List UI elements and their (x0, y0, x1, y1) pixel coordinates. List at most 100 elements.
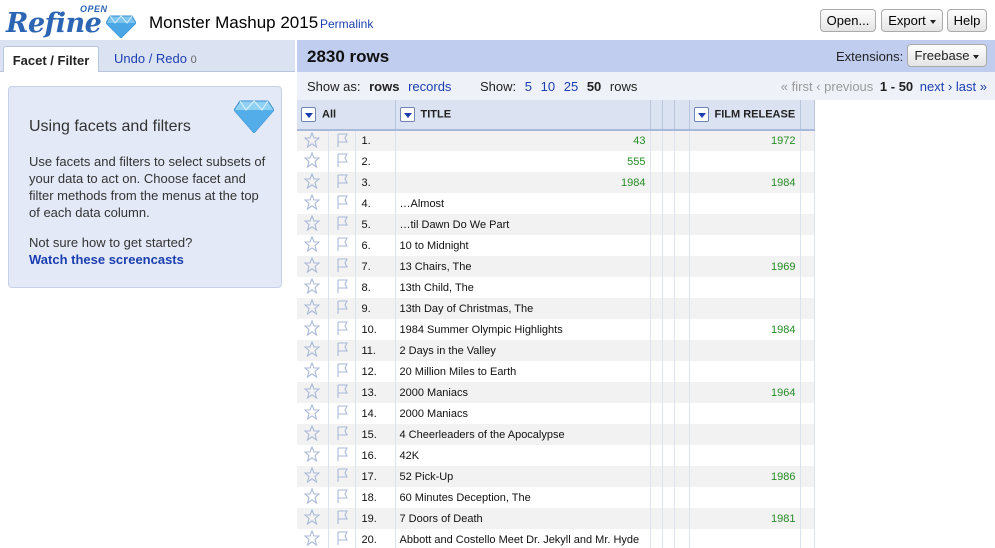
column-header-blank[interactable] (674, 100, 690, 131)
blank-cell[interactable] (800, 298, 815, 319)
film-release-cell[interactable]: 1984 (689, 319, 801, 340)
blank-cell[interactable] (650, 235, 663, 256)
blank-cell[interactable] (674, 508, 690, 529)
flag-icon[interactable] (328, 151, 356, 172)
film-release-cell[interactable] (689, 151, 801, 172)
column-header-title[interactable]: TITLE (395, 100, 651, 131)
blank-cell[interactable] (662, 130, 675, 151)
freebase-extension-button[interactable]: Freebase (907, 44, 987, 67)
film-release-cell[interactable]: 1964 (689, 382, 801, 403)
blank-cell[interactable] (650, 403, 663, 424)
flag-icon[interactable] (328, 445, 356, 466)
blank-cell[interactable] (650, 172, 663, 193)
blank-cell[interactable] (800, 277, 815, 298)
blank-cell[interactable] (650, 487, 663, 508)
star-icon[interactable] (297, 382, 329, 403)
film-release-cell[interactable] (689, 340, 801, 361)
blank-cell[interactable] (662, 277, 675, 298)
blank-cell[interactable] (650, 529, 663, 548)
title-cell[interactable]: 2000 Maniacs (395, 403, 651, 424)
blank-cell[interactable] (674, 529, 690, 548)
blank-cell[interactable] (650, 340, 663, 361)
flag-icon[interactable] (328, 172, 356, 193)
blank-cell[interactable] (650, 361, 663, 382)
title-cell[interactable]: 20 Million Miles to Earth (395, 361, 651, 382)
star-icon[interactable] (297, 403, 329, 424)
blank-cell[interactable] (800, 445, 815, 466)
project-title[interactable]: Monster Mashup 2015 (149, 13, 318, 33)
film-release-cell[interactable] (689, 487, 801, 508)
column-header-blank[interactable] (800, 100, 815, 131)
title-cell[interactable]: 1984 Summer Olympic Highlights (395, 319, 651, 340)
film-release-cell[interactable]: 1981 (689, 508, 801, 529)
title-cell[interactable]: 60 Minutes Deception, The (395, 487, 651, 508)
flag-icon[interactable] (328, 193, 356, 214)
title-column-menu-icon[interactable] (399, 107, 415, 122)
pager-last[interactable]: last » (956, 79, 987, 94)
blank-cell[interactable] (800, 193, 815, 214)
blank-cell[interactable] (662, 529, 675, 548)
blank-cell[interactable] (662, 298, 675, 319)
title-cell[interactable]: 13th Day of Christmas, The (395, 298, 651, 319)
blank-cell[interactable] (662, 361, 675, 382)
film-release-cell[interactable] (689, 235, 801, 256)
blank-cell[interactable] (800, 424, 815, 445)
title-cell[interactable]: …Almost (395, 193, 651, 214)
flag-icon[interactable] (328, 529, 356, 548)
title-cell[interactable]: …til Dawn Do We Part (395, 214, 651, 235)
blank-cell[interactable] (662, 193, 675, 214)
film-release-cell[interactable]: 1972 (689, 130, 801, 151)
blank-cell[interactable] (662, 487, 675, 508)
blank-cell[interactable] (662, 340, 675, 361)
column-header-film-release[interactable]: FILM RELEASE (689, 100, 801, 131)
tab-undo-redo[interactable]: Undo / Redo 0 (114, 51, 197, 66)
column-header-blank[interactable] (662, 100, 675, 131)
blank-cell[interactable] (800, 172, 815, 193)
flag-icon[interactable] (328, 256, 356, 277)
title-cell[interactable]: 555 (395, 151, 651, 172)
film-release-cell[interactable] (689, 403, 801, 424)
blank-cell[interactable] (650, 193, 663, 214)
film-release-cell[interactable] (689, 361, 801, 382)
blank-cell[interactable] (650, 298, 663, 319)
blank-cell[interactable] (650, 130, 663, 151)
film-release-cell[interactable]: 1984 (689, 172, 801, 193)
blank-cell[interactable] (674, 403, 690, 424)
star-icon[interactable] (297, 130, 329, 151)
all-column-menu-icon[interactable] (301, 107, 316, 122)
star-icon[interactable] (297, 298, 329, 319)
blank-cell[interactable] (674, 466, 690, 487)
blank-cell[interactable] (674, 235, 690, 256)
star-icon[interactable] (297, 214, 329, 235)
title-cell[interactable]: 2 Days in the Valley (395, 340, 651, 361)
film-release-cell[interactable]: 1986 (689, 466, 801, 487)
title-cell[interactable]: 10 to Midnight (395, 235, 651, 256)
flag-icon[interactable] (328, 235, 356, 256)
blank-cell[interactable] (662, 256, 675, 277)
blank-cell[interactable] (674, 151, 690, 172)
star-icon[interactable] (297, 319, 329, 340)
blank-cell[interactable] (674, 445, 690, 466)
blank-cell[interactable] (674, 130, 690, 151)
star-icon[interactable] (297, 529, 329, 548)
star-icon[interactable] (297, 424, 329, 445)
screencasts-link[interactable]: Watch these screencasts (29, 252, 184, 267)
star-icon[interactable] (297, 487, 329, 508)
permalink-link[interactable]: Permalink (320, 17, 373, 31)
blank-cell[interactable] (800, 466, 815, 487)
blank-cell[interactable] (662, 172, 675, 193)
title-cell[interactable]: 42K (395, 445, 651, 466)
film-release-cell[interactable] (689, 298, 801, 319)
blank-cell[interactable] (650, 256, 663, 277)
blank-cell[interactable] (662, 466, 675, 487)
blank-cell[interactable] (674, 424, 690, 445)
star-icon[interactable] (297, 172, 329, 193)
title-cell[interactable]: 2000 Maniacs (395, 382, 651, 403)
blank-cell[interactable] (662, 508, 675, 529)
blank-cell[interactable] (674, 382, 690, 403)
film-release-cell[interactable]: 1969 (689, 256, 801, 277)
star-icon[interactable] (297, 508, 329, 529)
flag-icon[interactable] (328, 361, 356, 382)
title-cell[interactable]: Abbott and Costello Meet Dr. Jekyll and … (395, 529, 651, 548)
blank-cell[interactable] (650, 277, 663, 298)
